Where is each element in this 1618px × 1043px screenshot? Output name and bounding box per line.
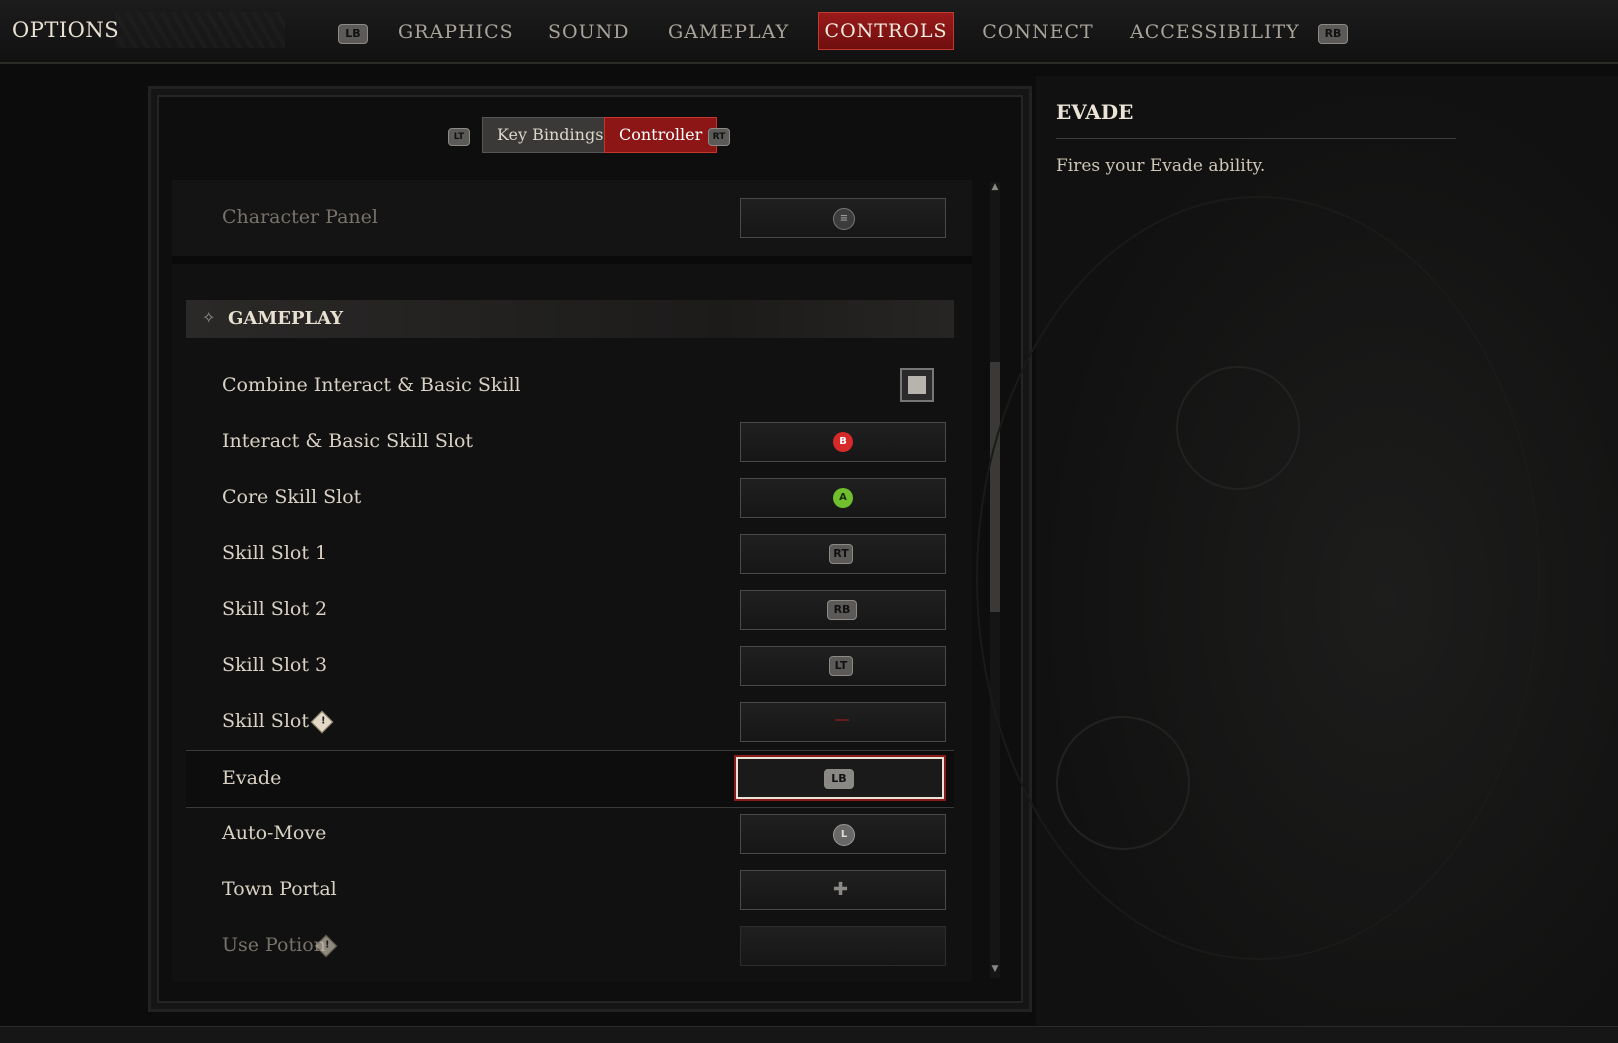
lb-prev-tab-icon[interactable]: LB <box>338 24 368 44</box>
binding-row-skill-slot-1[interactable]: Skill Slot 1 RT <box>186 526 954 582</box>
binding-button-skill-slot-2[interactable]: RB <box>740 590 946 630</box>
scroll-up-icon[interactable]: ▲ <box>990 182 1000 196</box>
rt-trigger-icon: RT <box>829 544 853 564</box>
binding-row-use-potion[interactable]: Use Potion ! <box>186 918 954 974</box>
bottom-bar <box>0 1026 1618 1043</box>
dpad-icon: ✚ <box>833 879 849 900</box>
binding-row-skill-slot-4[interactable]: Skill Slot 4 ! <box>186 694 954 750</box>
rb-next-tab-icon[interactable]: RB <box>1318 24 1348 44</box>
binding-row-skill-slot-3[interactable]: Skill Slot 3 LT <box>186 638 954 694</box>
unbound-dash-icon <box>835 719 849 721</box>
menu-button-icon: ≡ <box>833 208 855 230</box>
binding-row-interact-basic[interactable]: Interact & Basic Skill Slot B <box>186 414 954 470</box>
rb-bumper-icon: RB <box>827 600 857 620</box>
detail-description: Fires your Evade ability. <box>1056 156 1266 176</box>
lt-trigger-icon: LT <box>829 656 853 676</box>
binding-label: Core Skill Slot <box>222 486 362 508</box>
binding-label: Combine Interact & Basic Skill <box>222 374 521 396</box>
binding-label: Skill Slot 2 <box>222 598 328 620</box>
tab-sound[interactable]: SOUND <box>548 17 628 47</box>
left-stick-icon: L <box>833 824 855 846</box>
binding-button-character-panel[interactable]: ≡ <box>740 198 946 238</box>
detail-panel: EVADE Fires your Evade ability. <box>976 76 1618 1026</box>
binding-row-town-portal[interactable]: Town Portal ✚ <box>186 862 954 918</box>
section-diamond-icon: ✧ <box>202 308 216 327</box>
detail-divider <box>1056 138 1456 139</box>
a-button-icon: A <box>833 488 853 508</box>
binding-label: Town Portal <box>222 878 337 900</box>
decorative-arc <box>976 196 1540 960</box>
lt-prev-subtab-icon[interactable]: LT <box>448 128 470 146</box>
tab-connect[interactable]: CONNECT <box>982 17 1094 47</box>
binding-row-character-panel[interactable]: Character Panel ≡ <box>172 180 972 264</box>
binding-label: Character Panel <box>222 206 378 228</box>
section-header-gameplay: ✧ GAMEPLAY <box>186 300 954 338</box>
tab-graphics[interactable]: GRAPHICS <box>398 17 513 47</box>
binding-label: Skill Slot 1 <box>222 542 328 564</box>
scroll-down-icon[interactable]: ▼ <box>990 964 1000 978</box>
rt-next-subtab-icon[interactable]: RT <box>708 128 730 146</box>
binding-label: Interact & Basic Skill Slot <box>222 430 474 452</box>
binding-button-skill-slot-4[interactable] <box>740 702 946 742</box>
binding-button-evade[interactable]: LB <box>736 757 944 799</box>
b-button-icon: B <box>833 432 853 452</box>
binding-label: Auto-Move <box>222 822 327 844</box>
binding-button-skill-slot-3[interactable]: LT <box>740 646 946 686</box>
binding-button-auto-move[interactable]: L <box>740 814 946 854</box>
binding-label: Skill Slot 3 <box>222 654 328 676</box>
binding-row-evade[interactable]: Evade LB <box>186 750 954 808</box>
checkbox-fill <box>908 376 926 394</box>
top-nav-bar: OPTIONS LB GRAPHICS SOUND GAMEPLAY CONTR… <box>0 0 1618 64</box>
detail-title: EVADE <box>1056 100 1134 124</box>
subtab-key-bindings[interactable]: Key Bindings <box>482 117 619 153</box>
lb-bumper-icon: LB <box>824 769 854 789</box>
binding-label: Use Potion <box>222 934 326 956</box>
binding-button-skill-slot-1[interactable]: RT <box>740 534 946 574</box>
tab-gameplay[interactable]: GAMEPLAY <box>668 17 788 47</box>
options-title: OPTIONS <box>12 18 120 42</box>
binding-row-core-skill[interactable]: Core Skill Slot A <box>186 470 954 526</box>
binding-row-auto-move[interactable]: Auto-Move L <box>186 806 954 862</box>
binding-row-skill-slot-2[interactable]: Skill Slot 2 RB <box>186 582 954 638</box>
title-ornament <box>115 12 285 48</box>
section-title: GAMEPLAY <box>228 308 344 329</box>
binding-button-use-potion[interactable] <box>740 926 946 966</box>
binding-button-town-portal[interactable]: ✚ <box>740 870 946 910</box>
tab-controls[interactable]: CONTROLS <box>818 12 954 50</box>
binding-button-interact-basic[interactable]: B <box>740 422 946 462</box>
binding-button-core-skill[interactable]: A <box>740 478 946 518</box>
binding-label: Evade <box>222 767 282 789</box>
binding-row-combine-interact[interactable]: Combine Interact & Basic Skill <box>186 358 954 414</box>
tab-accessibility[interactable]: ACCESSIBILITY <box>1130 17 1299 47</box>
subtab-controller[interactable]: Controller <box>604 117 718 153</box>
combine-interact-checkbox[interactable] <box>900 368 934 402</box>
bindings-list[interactable]: Character Panel ≡ ✧ GAMEPLAY Combine Int… <box>172 180 972 982</box>
